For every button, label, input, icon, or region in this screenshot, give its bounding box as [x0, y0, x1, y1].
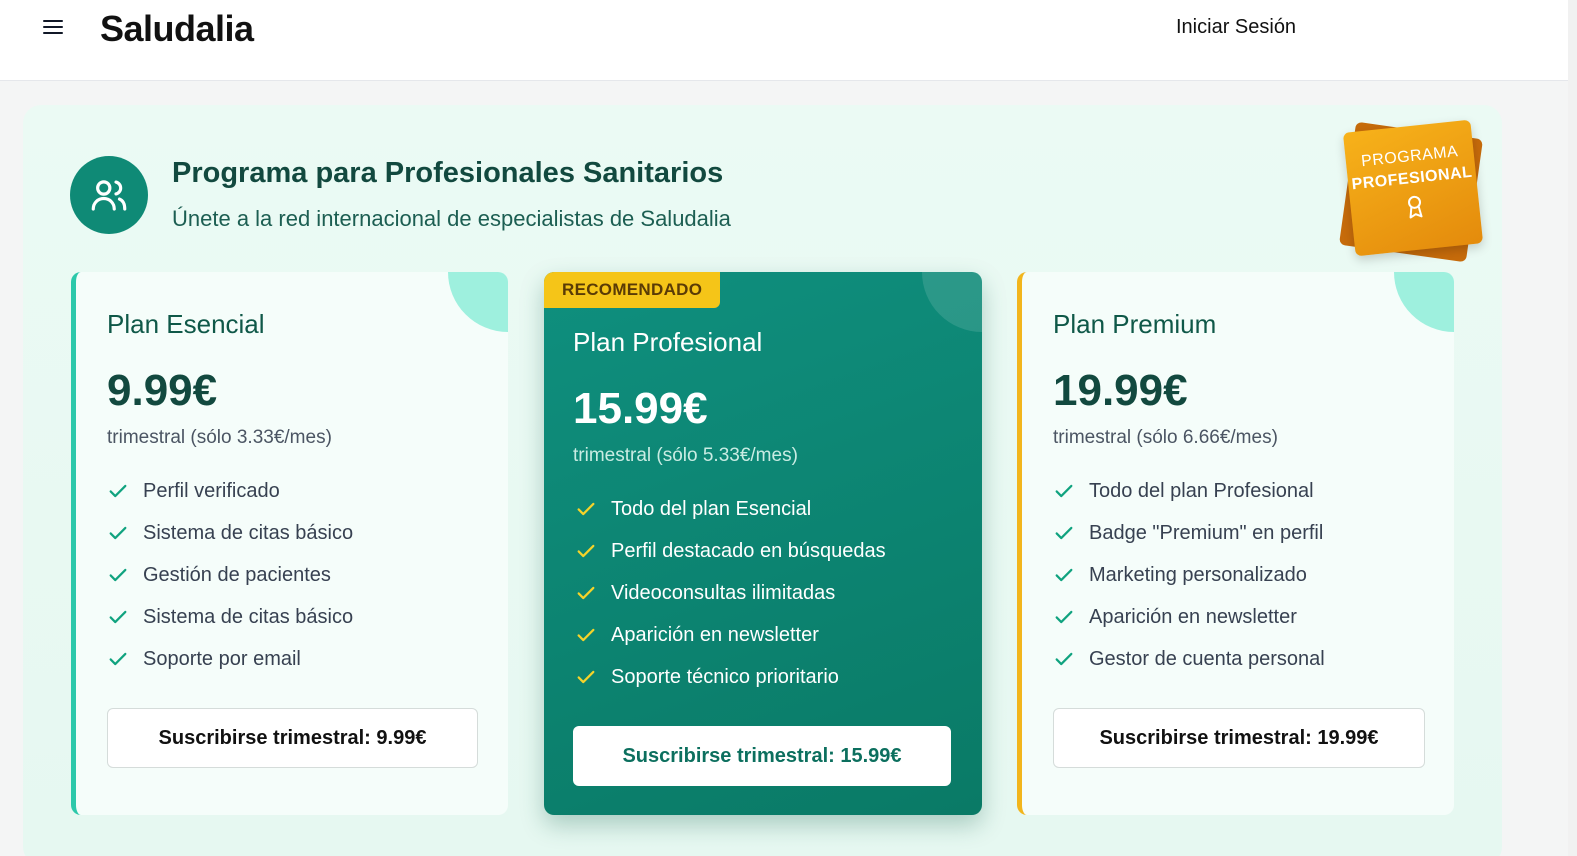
- check-icon: [577, 628, 595, 642]
- feature-item: Soporte técnico prioritario: [575, 656, 886, 698]
- feature-list: Todo del plan Profesional Badge "Premium…: [1053, 470, 1325, 680]
- feature-label: Soporte por email: [143, 647, 301, 670]
- feature-item: Marketing personalizado: [1053, 554, 1325, 596]
- check-icon: [577, 544, 595, 558]
- plan-name: Plan Profesional: [573, 327, 763, 357]
- plan-card-esencial: Plan Esencial 9.99€ trimestral (sólo 3.3…: [71, 272, 508, 815]
- feature-label: Sistema de citas básico: [143, 521, 354, 544]
- feature-list: Perfil verificado Sistema de citas básic…: [107, 470, 353, 680]
- check-icon: [1055, 526, 1073, 540]
- feature-item: Aparición en newsletter: [1053, 596, 1325, 638]
- card-corner-decoration: [448, 272, 508, 332]
- top-navbar: Saludalia Iniciar Sesión: [0, 0, 1568, 81]
- plan-name: Plan Esencial: [107, 309, 265, 339]
- check-icon: [1055, 610, 1073, 624]
- feature-item: Sistema de citas básico: [107, 512, 353, 554]
- professional-program-badge: PROGRAMA PROFESIONAL: [1338, 119, 1485, 266]
- check-icon: [577, 586, 595, 600]
- feature-label: Badge "Premium" en perfil: [1089, 521, 1324, 544]
- feature-label: Gestor de cuenta personal: [1089, 647, 1325, 670]
- plan-name: Plan Premium: [1053, 309, 1217, 339]
- check-icon: [577, 502, 595, 516]
- recommended-badge: RECOMENDADO: [544, 272, 721, 308]
- subscribe-premium-button[interactable]: Suscribirse trimestral: 19.99€: [1053, 708, 1425, 768]
- feature-item: Todo del plan Profesional: [1053, 470, 1325, 512]
- users-icon: [70, 156, 148, 234]
- feature-item: Badge "Premium" en perfil: [1053, 512, 1325, 554]
- plan-price: 19.99€: [1053, 366, 1188, 415]
- feature-label: Sistema de citas básico: [143, 605, 354, 628]
- plan-price: 15.99€: [573, 384, 708, 433]
- login-link[interactable]: Iniciar Sesión: [1176, 16, 1296, 39]
- award-icon: [1407, 195, 1423, 219]
- brand-logo[interactable]: Saludalia: [100, 8, 254, 50]
- feature-label: Todo del plan Profesional: [1089, 479, 1314, 502]
- feature-label: Aparición en newsletter: [1089, 605, 1297, 628]
- plan-period: trimestral (sólo 6.66€/mes): [1053, 427, 1278, 448]
- feature-label: Soporte técnico prioritario: [611, 665, 839, 688]
- check-icon: [1055, 652, 1073, 666]
- plan-period: trimestral (sólo 5.33€/mes): [573, 445, 798, 466]
- feature-item: Todo del plan Esencial: [575, 488, 886, 530]
- check-icon: [1055, 484, 1073, 498]
- badge-card: PROGRAMA PROFESIONAL: [1342, 119, 1484, 257]
- feature-item: Sistema de citas básico: [107, 596, 353, 638]
- feature-label: Aparición en newsletter: [611, 623, 819, 646]
- plan-card-profesional: RECOMENDADO Plan Profesional 15.99€ trim…: [544, 272, 982, 815]
- feature-label: Videoconsultas ilimitadas: [611, 581, 836, 604]
- subscribe-esencial-button[interactable]: Suscribirse trimestral: 9.99€: [107, 708, 478, 768]
- subscribe-profesional-button[interactable]: Suscribirse trimestral: 15.99€: [573, 726, 951, 786]
- check-icon: [109, 484, 127, 498]
- program-title: Programa para Profesionales Sanitarios: [172, 157, 724, 189]
- check-icon: [109, 526, 127, 540]
- card-corner-decoration: [1394, 272, 1454, 332]
- plan-period: trimestral (sólo 3.33€/mes): [107, 427, 332, 448]
- card-corner-decoration: [922, 272, 982, 332]
- feature-label: Perfil verificado: [143, 479, 280, 502]
- feature-item: Aparición en newsletter: [575, 614, 886, 656]
- page-scrollbar[interactable]: [1568, 0, 1577, 856]
- plan-card-premium: Plan Premium 19.99€ trimestral (sólo 6.6…: [1017, 272, 1454, 815]
- feature-item: Gestión de pacientes: [107, 554, 353, 596]
- feature-item: Videoconsultas ilimitadas: [575, 572, 886, 614]
- check-icon: [109, 610, 127, 624]
- hamburger-menu-icon[interactable]: [43, 20, 63, 36]
- check-icon: [109, 568, 127, 582]
- check-icon: [577, 670, 595, 684]
- feature-label: Perfil destacado en búsquedas: [611, 539, 886, 562]
- feature-label: Todo del plan Esencial: [611, 497, 812, 520]
- plan-price: 9.99€: [107, 366, 218, 415]
- program-subtitle: Únete a la red internacional de especial…: [172, 206, 731, 231]
- feature-item: Perfil verificado: [107, 470, 353, 512]
- check-icon: [1055, 568, 1073, 582]
- feature-item: Perfil destacado en búsquedas: [575, 530, 886, 572]
- feature-list: Todo del plan Esencial Perfil destacado …: [575, 488, 886, 698]
- feature-item: Gestor de cuenta personal: [1053, 638, 1325, 680]
- feature-label: Gestión de pacientes: [143, 563, 331, 586]
- feature-label: Marketing personalizado: [1089, 563, 1307, 586]
- feature-item: Soporte por email: [107, 638, 353, 680]
- check-icon: [109, 652, 127, 666]
